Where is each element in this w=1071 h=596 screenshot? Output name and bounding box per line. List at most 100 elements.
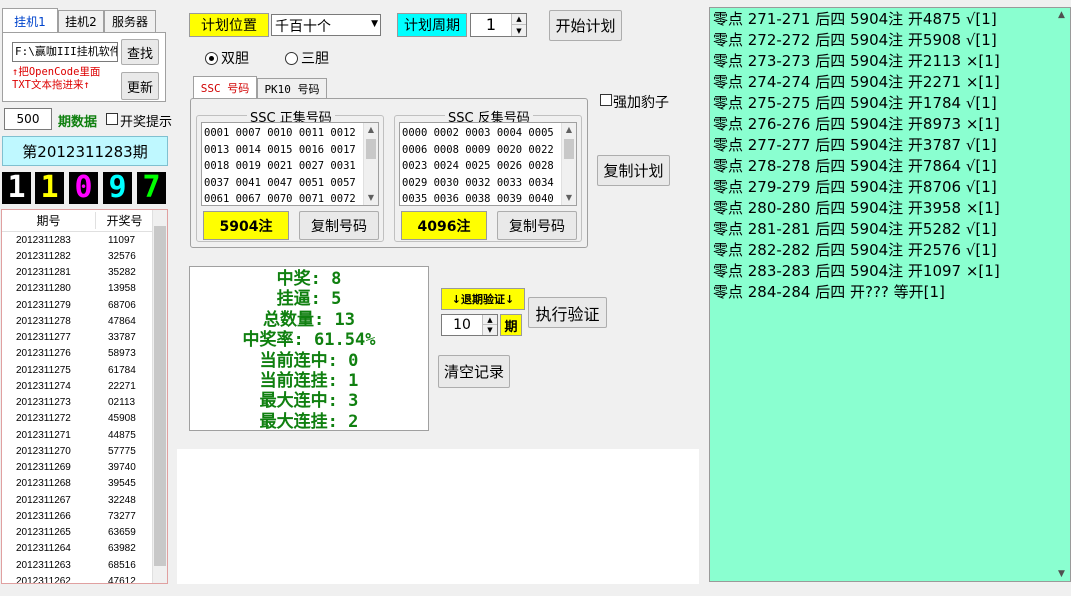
- scroll-down-icon[interactable]: ▼: [364, 191, 378, 205]
- list-item[interactable]: 0023 0024 0025 0026 0028: [402, 158, 560, 175]
- table-row[interactable]: 2012311282 32576: [2, 248, 167, 264]
- tab-pk10-codes[interactable]: PK10 号码: [257, 78, 327, 99]
- table-row[interactable]: 2012311278 47864: [2, 313, 167, 329]
- list-item[interactable]: 0035 0036 0038 0039 0040: [402, 191, 560, 205]
- table-row[interactable]: 2012311267 32248: [2, 492, 167, 508]
- chevron-down-icon[interactable]: ▼: [371, 19, 378, 29]
- scroll-down-icon[interactable]: ▼: [562, 191, 576, 205]
- tab-guaji2[interactable]: 挂机2: [58, 10, 104, 32]
- row-period: 2012311262: [16, 575, 71, 584]
- left-panel: 挂机1 挂机2 服务器 F:\赢咖III挂机软件 查找 ↑把OpenCode里面…: [0, 0, 172, 596]
- scroll-up-icon[interactable]: ▲: [1053, 10, 1070, 20]
- table-row[interactable]: 2012311262 47612: [2, 573, 167, 584]
- backtest-periods-stepper[interactable]: 10 ▲ ▼: [441, 314, 498, 336]
- table-row[interactable]: 2012311283 11097: [2, 232, 167, 248]
- row-draw-number: 63982: [108, 543, 136, 555]
- table-row[interactable]: 2012311273 02113: [2, 395, 167, 411]
- positive-set-scrollbar[interactable]: ▲ ▼: [363, 123, 378, 205]
- row-period: 2012311265: [16, 527, 71, 539]
- table-row[interactable]: 2012311279 68706: [2, 297, 167, 313]
- run-verify-button[interactable]: 执行验证: [528, 297, 607, 328]
- log-line: 零点 275-275 后四 5904注 开1784 √[1]: [713, 94, 997, 112]
- row-period: 2012311282: [16, 250, 71, 262]
- negative-set-scroll-thumb[interactable]: [564, 139, 574, 159]
- table-row[interactable]: 2012311268 39545: [2, 476, 167, 492]
- list-item[interactable]: 0000 0002 0003 0004 0005: [402, 125, 560, 142]
- row-period: 2012311269: [16, 462, 71, 474]
- find-button[interactable]: 查找: [121, 39, 159, 65]
- history-scrollbar-thumb[interactable]: [154, 226, 166, 566]
- tab-ssc-codes[interactable]: SSC 号码: [193, 76, 257, 99]
- lottery-hint-checkbox[interactable]: [106, 113, 118, 125]
- list-item[interactable]: 0037 0041 0047 0051 0057: [204, 175, 362, 192]
- table-row[interactable]: 2012311271 44875: [2, 427, 167, 443]
- radio-double[interactable]: 双胆: [205, 48, 249, 68]
- scroll-up-icon[interactable]: ▲: [562, 123, 576, 137]
- spin-up-icon[interactable]: ▲: [483, 315, 497, 325]
- plan-period-stepper[interactable]: 1 ▲ ▼: [470, 13, 527, 37]
- table-row[interactable]: 2012311265 63659: [2, 525, 167, 541]
- list-item[interactable]: 0029 0030 0032 0033 0034: [402, 175, 560, 192]
- table-row[interactable]: 2012311276 58973: [2, 346, 167, 362]
- list-item[interactable]: 0013 0014 0015 0016 0017: [204, 142, 362, 159]
- table-row[interactable]: 2012311281 35282: [2, 265, 167, 281]
- table-row[interactable]: 2012311269 39740: [2, 460, 167, 476]
- log-lines: 零点 271-271 后四 5904注 开4875 √[1] 零点 272-272…: [713, 9, 1052, 303]
- spin-down-icon[interactable]: ▼: [483, 325, 497, 335]
- positive-set-scroll-thumb[interactable]: [366, 139, 376, 159]
- list-item[interactable]: 0061 0067 0070 0071 0072: [204, 191, 362, 205]
- backtest-periods-value: 10: [453, 317, 471, 333]
- table-row[interactable]: 2012311280 13958: [2, 281, 167, 297]
- header-period[interactable]: 期号: [2, 212, 96, 229]
- log-line: 零点 277-277 后四 5904注 开3787 √[1]: [713, 136, 997, 154]
- copy-negative-button[interactable]: 复制号码: [497, 211, 577, 240]
- copy-plan-button[interactable]: 复制计划: [597, 155, 670, 186]
- radio-unchecked-icon[interactable]: [285, 51, 298, 65]
- radio-triple[interactable]: 三胆: [285, 48, 329, 68]
- tab-server[interactable]: 服务器: [104, 10, 156, 32]
- spin-up-icon[interactable]: ▲: [512, 14, 526, 25]
- log-line: 零点 279-279 后四 5904注 开8706 √[1]: [713, 178, 997, 196]
- log-line: 零点 273-273 后四 5904注 开2113 ×[1]: [713, 52, 1000, 70]
- list-item[interactable]: 0006 0008 0009 0020 0022: [402, 142, 560, 159]
- negative-set-scrollbar[interactable]: ▲ ▼: [561, 123, 576, 205]
- table-row[interactable]: 2012311270 57775: [2, 443, 167, 459]
- copy-positive-button[interactable]: 复制号码: [299, 211, 379, 240]
- table-row[interactable]: 2012311274 22271: [2, 378, 167, 394]
- list-item[interactable]: 0018 0019 0021 0027 0031: [204, 158, 362, 175]
- row-draw-number: 47612: [108, 575, 136, 584]
- force-leopard-label: 强加豹子: [613, 95, 669, 111]
- negative-set-list[interactable]: 0000 0002 0003 0004 0005 0006 0008 0009 0…: [399, 122, 577, 206]
- table-row[interactable]: 2012311266 73277: [2, 508, 167, 524]
- update-button[interactable]: 更新: [121, 72, 159, 100]
- software-path-field[interactable]: F:\赢咖III挂机软件: [12, 42, 118, 62]
- row-draw-number: 35282: [108, 267, 136, 279]
- table-row[interactable]: 2012311277 33787: [2, 330, 167, 346]
- row-draw-number: 68706: [108, 299, 136, 311]
- list-item[interactable]: 0001 0007 0010 0011 0012: [204, 125, 362, 142]
- scroll-down-icon[interactable]: ▼: [1053, 569, 1070, 579]
- force-leopard-checkbox[interactable]: [600, 94, 612, 106]
- positive-set-list[interactable]: 0001 0007 0010 0011 0012 0013 0014 0015 0…: [201, 122, 379, 206]
- radio-checked-icon[interactable]: [205, 51, 218, 65]
- log-scrollbar[interactable]: ▲ ▼: [1053, 8, 1070, 581]
- draw-digit-2: 1: [35, 172, 64, 204]
- plan-position-select[interactable]: 千百十个 ▼: [271, 14, 381, 36]
- history-scrollbar[interactable]: [152, 210, 167, 583]
- row-draw-number: 47864: [108, 315, 136, 327]
- table-row[interactable]: 2012311263 68516: [2, 557, 167, 573]
- header-draw-number[interactable]: 开奖号: [96, 212, 153, 229]
- row-draw-number: 39545: [108, 478, 136, 490]
- row-period: 2012311268: [16, 478, 71, 490]
- spin-down-icon[interactable]: ▼: [512, 25, 526, 36]
- clear-records-button[interactable]: 清空记录: [438, 355, 510, 388]
- tab-guaji1[interactable]: 挂机1: [2, 8, 58, 33]
- scroll-up-icon[interactable]: ▲: [364, 123, 378, 137]
- row-draw-number: 73277: [108, 510, 136, 522]
- table-row[interactable]: 2012311275 61784: [2, 362, 167, 378]
- table-row[interactable]: 2012311264 63982: [2, 541, 167, 557]
- table-row[interactable]: 2012311272 45908: [2, 411, 167, 427]
- start-plan-button[interactable]: 开始计划: [549, 10, 622, 41]
- plan-position-value: 千百十个: [275, 19, 331, 35]
- period-count-input[interactable]: 500: [4, 108, 52, 130]
